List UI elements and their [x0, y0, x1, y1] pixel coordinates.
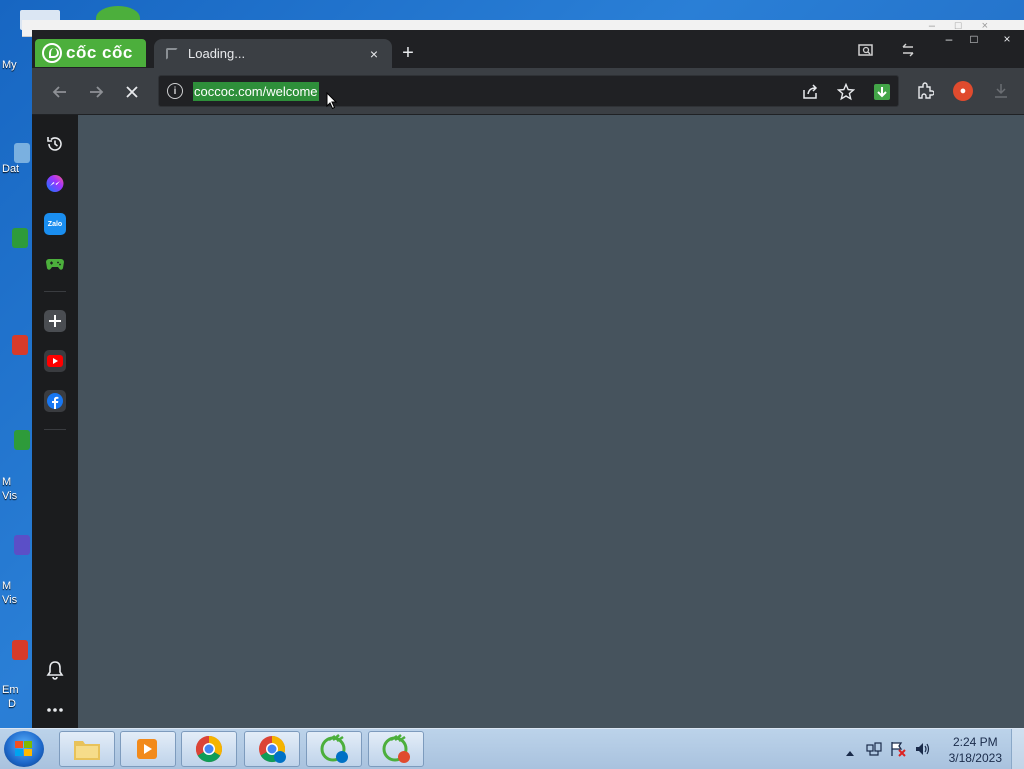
coccoc-logo-icon — [42, 43, 62, 63]
taskbar-chrome-intel[interactable] — [244, 731, 300, 767]
desktop-label[interactable]: Em — [2, 684, 19, 696]
sidebar-divider — [44, 429, 66, 430]
extensions-puzzle-icon[interactable] — [913, 79, 937, 103]
downloads-icon[interactable] — [989, 79, 1013, 103]
desktop-shortcut-icon[interactable] — [12, 640, 28, 660]
desktop-shortcut-icon[interactable] — [14, 535, 30, 555]
start-button[interactable] — [4, 731, 44, 767]
zalo-label: Zalo — [47, 220, 63, 228]
tab-title: Loading... — [188, 46, 246, 61]
maximize-button[interactable]: □ — [960, 30, 988, 48]
desktop-shortcut-icon[interactable] — [14, 143, 30, 163]
tab-loading[interactable]: Loading... × — [154, 39, 392, 68]
desktop-label[interactable]: M — [2, 476, 11, 488]
new-tab-button[interactable]: + — [398, 42, 418, 64]
desktop-label[interactable]: My — [2, 59, 17, 71]
coccoc-icon — [382, 734, 410, 763]
savior-download-icon[interactable] — [874, 84, 890, 100]
taskbar: 2:24 PM 3/18/2023 — [0, 728, 1024, 769]
brand-name: cốc cốc — [66, 43, 133, 62]
title-bar[interactable]: cốc cốc Loading... × + – □ × — [32, 30, 1024, 68]
clock-time: 2:24 PM — [952, 735, 998, 749]
chrome-icon — [195, 735, 223, 763]
tab-switch-icon[interactable] — [900, 43, 916, 60]
clock[interactable]: 2:24 PM 3/18/2023 — [949, 734, 1002, 766]
folder-icon — [74, 741, 100, 760]
loading-spinner-icon — [166, 47, 178, 60]
taskbar-coccoc[interactable] — [368, 731, 424, 767]
desktop-label[interactable]: Dat — [2, 163, 19, 175]
show-hidden-icons-button[interactable] — [845, 744, 855, 762]
media-player-icon — [137, 739, 157, 759]
chrome-intel-icon — [259, 735, 286, 763]
desktop-label[interactable]: Vis — [2, 594, 17, 606]
profile-avatar-icon: ● — [953, 81, 973, 101]
page-content-area[interactable] — [78, 115, 1024, 728]
profile-avatar[interactable]: ● — [951, 79, 975, 103]
coccoc-intel-icon — [320, 734, 348, 763]
windows-logo-icon — [15, 741, 33, 757]
stop-loading-button[interactable] — [120, 80, 144, 104]
close-window-button[interactable]: × — [993, 30, 1021, 48]
network-icon[interactable] — [866, 741, 882, 762]
tab-search-icon[interactable] — [858, 44, 874, 61]
action-center-flag-icon[interactable] — [890, 741, 906, 762]
zalo-icon[interactable]: Zalo — [44, 213, 66, 235]
browser-window: cốc cốc Loading... × + – □ × i coccoc.co… — [32, 30, 1024, 728]
desktop-shortcut-icon[interactable] — [12, 335, 28, 355]
site-info-icon[interactable]: i — [167, 83, 183, 99]
mouse-cursor-icon — [326, 91, 338, 115]
address-bar[interactable]: i coccoc.com/welcome — [158, 75, 899, 107]
game-controller-icon[interactable] — [44, 253, 66, 275]
volume-icon[interactable] — [914, 741, 932, 762]
bell-icon[interactable] — [44, 659, 66, 681]
toolbar: i coccoc.com/welcome ● — [32, 68, 1024, 115]
history-icon[interactable] — [44, 133, 66, 155]
clock-date: 3/18/2023 — [948, 751, 1002, 765]
desktop-label[interactable]: D — [8, 698, 16, 710]
minimize-button[interactable]: – — [935, 30, 963, 48]
desktop-label[interactable]: M — [2, 580, 11, 592]
bookmark-star-icon[interactable] — [836, 82, 856, 102]
taskbar-media-player[interactable] — [120, 731, 176, 767]
sidebar-divider — [44, 291, 66, 292]
facebook-icon[interactable] — [44, 390, 66, 412]
back-button[interactable] — [48, 80, 72, 104]
tab-close-icon[interactable]: × — [364, 44, 384, 64]
url-text[interactable]: coccoc.com/welcome — [193, 82, 319, 101]
more-icon[interactable] — [44, 699, 66, 721]
desktop-label[interactable]: Vis — [2, 490, 17, 502]
show-desktop-button[interactable] — [1011, 729, 1024, 769]
forward-button[interactable] — [84, 80, 108, 104]
taskbar-chrome[interactable] — [181, 731, 237, 767]
coccoc-menu-button[interactable]: cốc cốc — [35, 39, 146, 67]
sidebar: Zalo — [32, 115, 78, 728]
desktop-shortcut-icon[interactable] — [14, 430, 30, 450]
youtube-icon[interactable] — [44, 350, 66, 372]
taskbar-coccoc-intel[interactable] — [306, 731, 362, 767]
add-sidebar-item-button[interactable] — [44, 310, 66, 332]
messenger-icon[interactable] — [44, 173, 66, 195]
share-icon[interactable] — [800, 82, 820, 102]
desktop-shortcut-icon[interactable] — [12, 228, 28, 248]
taskbar-file-explorer[interactable] — [59, 731, 115, 767]
